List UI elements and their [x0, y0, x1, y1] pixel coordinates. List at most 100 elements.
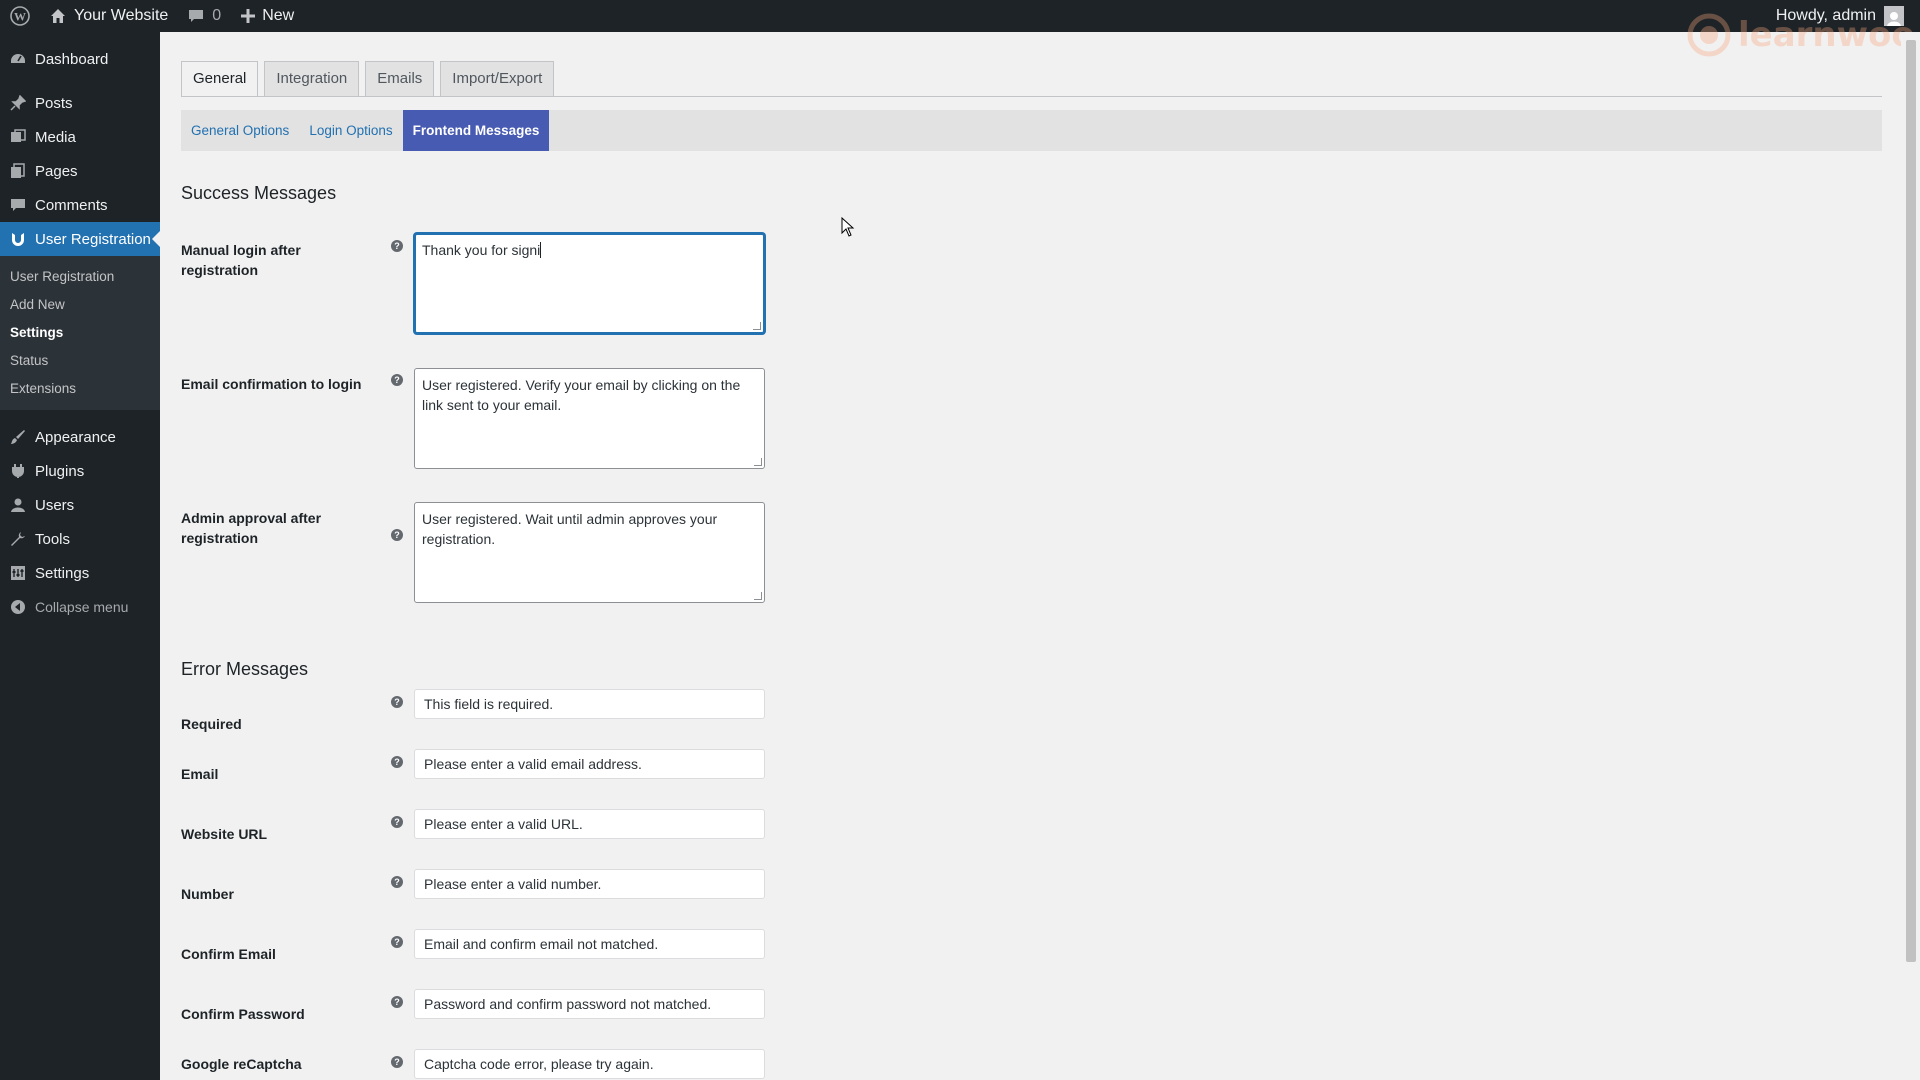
comments-count: 0: [212, 7, 222, 24]
required-message-input[interactable]: This field is required.: [414, 689, 765, 719]
submenu-item-settings[interactable]: Settings: [0, 319, 160, 347]
wrench-icon: [8, 529, 28, 549]
error-messages-heading: Error Messages: [181, 659, 309, 679]
help-icon[interactable]: ?: [391, 876, 403, 888]
help-icon[interactable]: ?: [391, 240, 403, 252]
field-label-google-recaptcha: Google reCaptcha: [181, 1056, 302, 1072]
email-confirmation-textarea[interactable]: User registered. Verify your email by cl…: [414, 368, 765, 469]
email-message-input[interactable]: Please enter a valid email address.: [414, 749, 765, 779]
confirm-password-message-input[interactable]: Password and confirm password not matche…: [414, 989, 765, 1019]
admin-approval-textarea[interactable]: User registered. Wait until admin approv…: [414, 502, 765, 603]
text-caret: [540, 242, 542, 258]
menu-item-label: Dashboard: [35, 50, 109, 68]
section-subtabs: General Options Login Options Frontend M…: [181, 110, 1882, 151]
manual-login-textarea[interactable]: Thank you for signi: [414, 233, 765, 334]
site-name-link[interactable]: Your Website: [40, 0, 178, 32]
help-icon[interactable]: ?: [391, 756, 403, 768]
collapse-icon: [8, 597, 28, 617]
field-label-website-url: Website URL: [181, 826, 268, 842]
menu-item-label: Posts: [35, 94, 73, 112]
home-icon: [50, 8, 66, 24]
user-registration-icon: [8, 229, 28, 249]
menu-item-dashboard[interactable]: Dashboard: [0, 42, 160, 76]
settings-icon: [8, 563, 28, 583]
textarea-value: Thank you for signi: [422, 242, 541, 258]
new-label: New: [262, 7, 295, 24]
comment-icon: [188, 8, 204, 24]
learnwoo-watermark: learnwoo: [1686, 12, 1915, 58]
page-scrollbar[interactable]: [1901, 32, 1920, 1080]
menu-item-comments[interactable]: Comments: [0, 188, 160, 222]
field-label-admin-approval: Admin approval after registration: [181, 510, 322, 546]
collapse-menu-button[interactable]: Collapse menu: [0, 590, 160, 624]
tab-import-export[interactable]: Import/Export: [440, 61, 555, 97]
menu-item-posts[interactable]: Posts: [0, 86, 160, 120]
main-content: General Integration Emails Import/Export…: [160, 32, 1901, 1080]
settings-tabs: General Integration Emails Import/Export: [181, 61, 555, 97]
menu-item-users[interactable]: Users: [0, 488, 160, 522]
google-recaptcha-message-input[interactable]: Captcha code error, please try again.: [414, 1049, 765, 1079]
website-url-message-input[interactable]: Please enter a valid URL.: [414, 809, 765, 839]
svg-text:W: W: [14, 10, 26, 24]
submenu-item-extensions[interactable]: Extensions: [0, 375, 160, 403]
menu-item-label: Appearance: [35, 428, 116, 446]
scrollbar-thumb[interactable]: [1906, 40, 1916, 962]
watermark-text: learnwoo: [1738, 15, 1915, 55]
menu-item-label: Media: [35, 128, 76, 146]
menu-item-label: User Registration: [35, 230, 151, 248]
resize-handle[interactable]: [754, 592, 762, 600]
menu-item-pages[interactable]: Pages: [0, 154, 160, 188]
admin-sidebar: Dashboard Posts Media Pages Comments Use…: [0, 32, 160, 1080]
submenu-item-status[interactable]: Status: [0, 347, 160, 375]
help-icon[interactable]: ?: [391, 529, 403, 541]
media-icon: [8, 127, 28, 147]
field-label-confirm-email: Confirm Email: [181, 946, 276, 962]
menu-item-user-registration[interactable]: User Registration: [0, 222, 160, 256]
help-icon[interactable]: ?: [391, 696, 403, 708]
tab-integration[interactable]: Integration: [264, 61, 360, 97]
resize-handle[interactable]: [753, 322, 761, 330]
menu-item-label: Comments: [35, 196, 108, 214]
admin-bar: W Your Website 0 New Howdy, admin: [0, 0, 1920, 32]
tab-emails[interactable]: Emails: [365, 61, 435, 97]
success-messages-heading: Success Messages: [181, 183, 337, 203]
field-label-manual-login: Manual login after registration: [181, 242, 301, 278]
confirm-email-message-input[interactable]: Email and confirm email not matched.: [414, 929, 765, 959]
field-label-confirm-password: Confirm Password: [181, 1006, 305, 1022]
help-icon[interactable]: ?: [391, 996, 403, 1008]
wordpress-logo-icon[interactable]: W: [0, 0, 40, 32]
subtab-general-options[interactable]: General Options: [181, 110, 299, 151]
tab-general[interactable]: General: [181, 61, 259, 97]
menu-item-label: Pages: [35, 162, 78, 180]
site-name: Your Website: [74, 7, 169, 24]
number-message-input[interactable]: Please enter a valid number.: [414, 869, 765, 899]
comments-link[interactable]: 0: [178, 0, 231, 32]
menu-item-label: Tools: [35, 530, 71, 548]
subtab-login-options[interactable]: Login Options: [299, 110, 402, 151]
menu-item-appearance[interactable]: Appearance: [0, 420, 160, 454]
resize-handle[interactable]: [754, 458, 762, 466]
help-icon[interactable]: ?: [391, 1056, 403, 1068]
tab-divider: [181, 96, 1882, 97]
comment-icon: [8, 195, 28, 215]
new-content-link[interactable]: New: [231, 0, 304, 32]
plug-icon: [8, 461, 28, 481]
submenu-user-registration: User Registration Add New Settings Statu…: [0, 256, 160, 410]
menu-item-media[interactable]: Media: [0, 120, 160, 154]
watermark-logo-icon: [1687, 13, 1731, 57]
menu-item-label: Users: [35, 496, 75, 514]
menu-item-settings[interactable]: Settings: [0, 556, 160, 590]
help-icon[interactable]: ?: [391, 374, 403, 386]
mouse-cursor-icon: [841, 216, 855, 242]
pin-icon: [8, 93, 28, 113]
submenu-item-user-registration[interactable]: User Registration: [0, 263, 160, 291]
menu-item-plugins[interactable]: Plugins: [0, 454, 160, 488]
menu-item-tools[interactable]: Tools: [0, 522, 160, 556]
submenu-item-add-new[interactable]: Add New: [0, 291, 160, 319]
textarea-value: User registered. Wait until admin approv…: [422, 511, 718, 547]
subtab-frontend-messages[interactable]: Frontend Messages: [402, 110, 550, 151]
plus-icon: [241, 9, 256, 23]
brush-icon: [8, 427, 28, 447]
help-icon[interactable]: ?: [391, 816, 403, 828]
help-icon[interactable]: ?: [391, 936, 403, 948]
